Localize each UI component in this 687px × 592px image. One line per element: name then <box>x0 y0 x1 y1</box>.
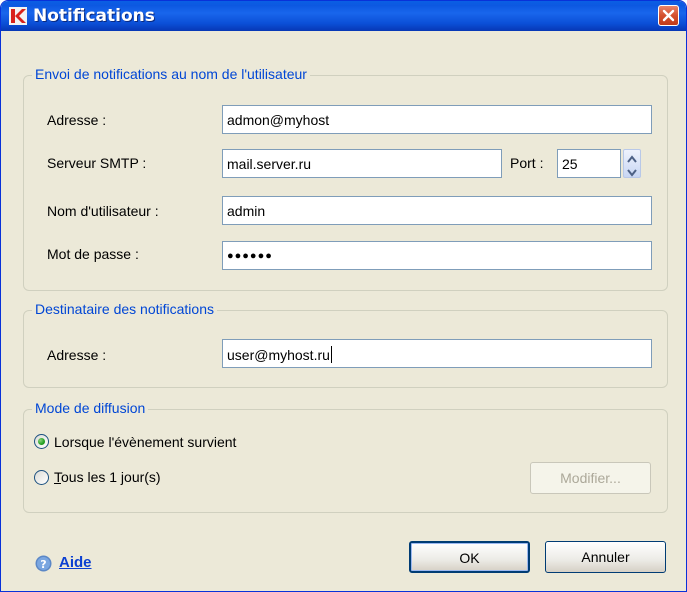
password-field[interactable]: ●●●●●● <box>222 241 652 270</box>
sender-address-field[interactable]: admon@myhost <box>222 105 652 134</box>
spin-up-icon[interactable] <box>624 151 640 164</box>
modify-button[interactable]: Modifier... <box>530 462 651 494</box>
ok-button[interactable]: OK <box>409 541 530 573</box>
radio-selected-dot <box>38 438 45 445</box>
smtp-server-label: Serveur SMTP : <box>47 155 147 171</box>
username-label: Nom d'utilisateur : <box>47 203 159 219</box>
recipient-address-value: user@myhost.ru <box>227 347 330 363</box>
recipient-address-field[interactable]: user@myhost.ru <box>222 339 652 368</box>
option-on-event-label[interactable]: Lorsque l'évènement survient <box>54 434 236 450</box>
help-icon[interactable]: ? <box>35 555 52 572</box>
option-daily-text: ous les 1 jour(s) <box>61 469 161 485</box>
option-daily-mnemonic: T <box>54 469 61 485</box>
delivery-mode-legend: Mode de diffusion <box>32 400 149 416</box>
svg-text:?: ? <box>40 558 46 571</box>
title-bar[interactable]: Notifications <box>1 1 686 31</box>
radio-daily[interactable] <box>34 470 49 485</box>
port-field[interactable]: 25 <box>557 149 621 178</box>
password-label: Mot de passe : <box>47 246 139 262</box>
port-spinner[interactable] <box>623 149 641 178</box>
text-cursor <box>330 346 332 363</box>
recipient-address-label: Adresse : <box>47 347 107 363</box>
kaspersky-icon <box>9 7 27 25</box>
window-title: Notifications <box>33 6 155 26</box>
cancel-button[interactable]: Annuler <box>545 541 666 573</box>
delivery-mode-group: Mode de diffusion <box>23 400 668 513</box>
recipient-group-legend: Destinataire des notifications <box>32 301 217 317</box>
spin-down-icon[interactable] <box>624 164 640 177</box>
smtp-server-field[interactable]: mail.server.ru <box>222 149 502 178</box>
close-button[interactable] <box>658 5 679 26</box>
username-field[interactable]: admin <box>222 196 652 225</box>
radio-on-event[interactable] <box>34 434 49 449</box>
sender-address-label: Adresse : <box>47 112 107 128</box>
notifications-dialog: Notifications Envoi de notifications au … <box>0 0 687 592</box>
help-link[interactable]: Aide <box>59 554 92 571</box>
port-label: Port : <box>510 155 544 171</box>
option-daily-label[interactable]: Tous les 1 jour(s) <box>54 469 161 485</box>
sender-group-legend: Envoi de notifications au nom de l'utili… <box>32 66 310 82</box>
